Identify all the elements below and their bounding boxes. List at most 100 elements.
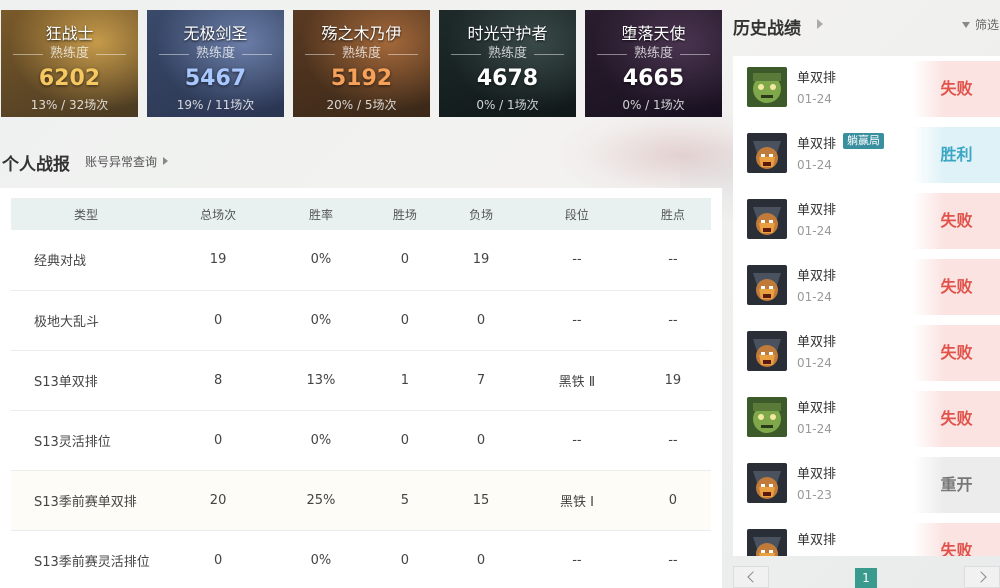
table-cell: 15	[442, 470, 520, 531]
champion-card[interactable]: 狂战士熟练度 6202 13% / 32场次	[1, 10, 138, 117]
match-history-item[interactable]: 单双排 01-24 失败	[733, 56, 1000, 118]
table-cell: 0	[442, 530, 520, 588]
match-history-item[interactable]: 单双排 01-24 失败	[733, 254, 1000, 316]
match-mode: 单双排	[797, 533, 837, 548]
account-anomaly-link[interactable]: 账号异常查询	[85, 153, 169, 170]
filter-label: 筛选	[975, 18, 1000, 32]
prev-page-button[interactable]	[733, 566, 769, 588]
page-number-current[interactable]: 1	[855, 568, 877, 588]
table-cell: --	[634, 530, 711, 588]
table-cell: 0%	[275, 230, 367, 291]
champion-avatar	[747, 199, 787, 239]
mastery-row: 熟练度	[597, 46, 710, 62]
match-result: 失败	[913, 523, 1000, 556]
champion-name: 狂战士	[45, 24, 94, 43]
table-cell: --	[634, 410, 711, 471]
match-mode: 单双排	[797, 467, 837, 482]
match-result: 失败	[913, 391, 1000, 447]
table-row: S13单双排 8 13% 1 7 黑铁 Ⅱ 19	[11, 350, 711, 411]
divider	[159, 54, 189, 55]
table-cell: 25%	[275, 470, 367, 531]
divider	[597, 54, 627, 55]
pagination: 1	[733, 566, 1000, 588]
champion-card[interactable]: 殇之木乃伊 熟练度 5192 20% / 5场次	[293, 10, 430, 117]
match-history-item[interactable]: 单双排 01-24 失败	[733, 320, 1000, 382]
champion-name: 殇之木乃伊	[321, 24, 402, 43]
champion-avatar	[747, 265, 787, 305]
champion-card[interactable]: 时光守护者 熟练度 4678 0% / 1场次	[439, 10, 576, 117]
table-row: 极地大乱斗 0 0% 0 0 -- --	[11, 290, 711, 351]
divider	[451, 54, 481, 55]
match-history-list[interactable]: 单双排 01-24 失败 单双排 01-24 躺赢局 胜利 单双排 01-24 失败 单双排 01-2…	[733, 56, 1000, 556]
match-history-item[interactable]: 单双排 01-24 失败	[733, 386, 1000, 448]
table-cell: 13%	[275, 350, 367, 411]
queue-type-cell: S13季前赛灵活排位	[11, 530, 161, 588]
table-row: S13灵活排位 0 0% 0 0 -- --	[11, 410, 711, 471]
table-cell: 0%	[275, 530, 367, 588]
champion-card[interactable]: 无极剑圣熟练度 5467 19% / 11场次	[147, 10, 284, 117]
mastery-score: 4665	[622, 66, 685, 91]
match-result: 失败	[913, 61, 1000, 117]
champion-mastery-row: 狂战士熟练度 6202 13% / 32场次 无极剑圣熟练度 5467 19% / 11场…	[0, 10, 722, 118]
winrate-games: 19% / 11场次	[176, 98, 255, 112]
champion-avatar	[747, 397, 787, 437]
match-date: 01-24	[797, 158, 832, 172]
match-history-item[interactable]: 单双排 01-24 失败	[733, 188, 1000, 250]
match-mode: 单双排	[797, 71, 837, 86]
table-cell: 0	[161, 410, 276, 471]
winrate-games: 13% / 32场次	[30, 98, 109, 112]
match-date: 01-24	[797, 224, 832, 238]
mastery-row: 熟练度	[159, 46, 272, 62]
match-mode: 单双排	[797, 269, 837, 284]
table-cell: 8	[161, 350, 276, 411]
match-result: 胜利	[913, 127, 1000, 183]
mastery-score: 4678	[476, 66, 539, 91]
table-cell: 0	[161, 290, 276, 351]
table-cell: 0	[366, 230, 443, 291]
winrate-games: 0% / 1场次	[476, 98, 539, 112]
divider	[534, 54, 564, 55]
mastery-score: 5192	[330, 66, 393, 91]
column-header: 段位	[564, 207, 589, 222]
champion-avatar	[747, 331, 787, 371]
chevron-right-icon[interactable]	[817, 19, 823, 29]
table-row: 经典对战 19 0% 0 19 -- --	[11, 230, 711, 291]
mastery-score: 6202	[38, 66, 101, 91]
table-cell: --	[519, 410, 635, 471]
filter-button[interactable]: 筛选	[962, 16, 999, 33]
next-page-button[interactable]	[964, 566, 1000, 588]
divider	[305, 54, 335, 55]
match-mode: 单双排	[797, 137, 837, 152]
column-header: 类型	[73, 207, 98, 222]
match-date: 01-24	[797, 92, 832, 106]
table-cell: 0%	[275, 410, 367, 471]
champion-avatar	[747, 463, 787, 503]
match-date: 01-24	[797, 290, 832, 304]
match-mode: 单双排	[797, 401, 837, 416]
table-cell: --	[634, 230, 711, 291]
table-cell: --	[634, 290, 711, 351]
table-row: S13季前赛单双排 20 25% 5 15 黑铁 Ⅰ0	[11, 470, 711, 531]
mastery-row: 熟练度	[13, 46, 126, 62]
champion-name: 时光守护者	[467, 24, 548, 43]
table-cell: --	[519, 530, 635, 588]
table-cell: 19	[161, 230, 276, 291]
column-header: 负场	[468, 207, 493, 222]
champion-name: 无极剑圣	[183, 24, 248, 43]
queue-type-cell: S13季前赛单双排	[11, 470, 161, 531]
match-history-item[interactable]: 单双排 01-24 躺赢局 胜利	[733, 122, 1000, 184]
table-cell: 19	[634, 350, 711, 411]
match-history-item[interactable]: 单双排 01-23 重开	[733, 452, 1000, 514]
mastery-score: 5467	[184, 66, 247, 91]
match-history-item[interactable]: 单双排 失败	[733, 518, 1000, 556]
champion-card[interactable]: 堕落天使 熟练度 4665 0% / 1场次	[585, 10, 722, 117]
divider	[96, 54, 126, 55]
column-header: 总场次	[200, 207, 237, 222]
table-cell: 7	[442, 350, 520, 411]
match-date: 01-24	[797, 356, 832, 370]
mastery-row: 熟练度	[305, 46, 418, 62]
match-result: 失败	[913, 193, 1000, 249]
table-cell: 0	[161, 530, 276, 588]
history-title: 历史战绩	[733, 19, 801, 39]
champion-name: 堕落天使	[621, 24, 686, 43]
